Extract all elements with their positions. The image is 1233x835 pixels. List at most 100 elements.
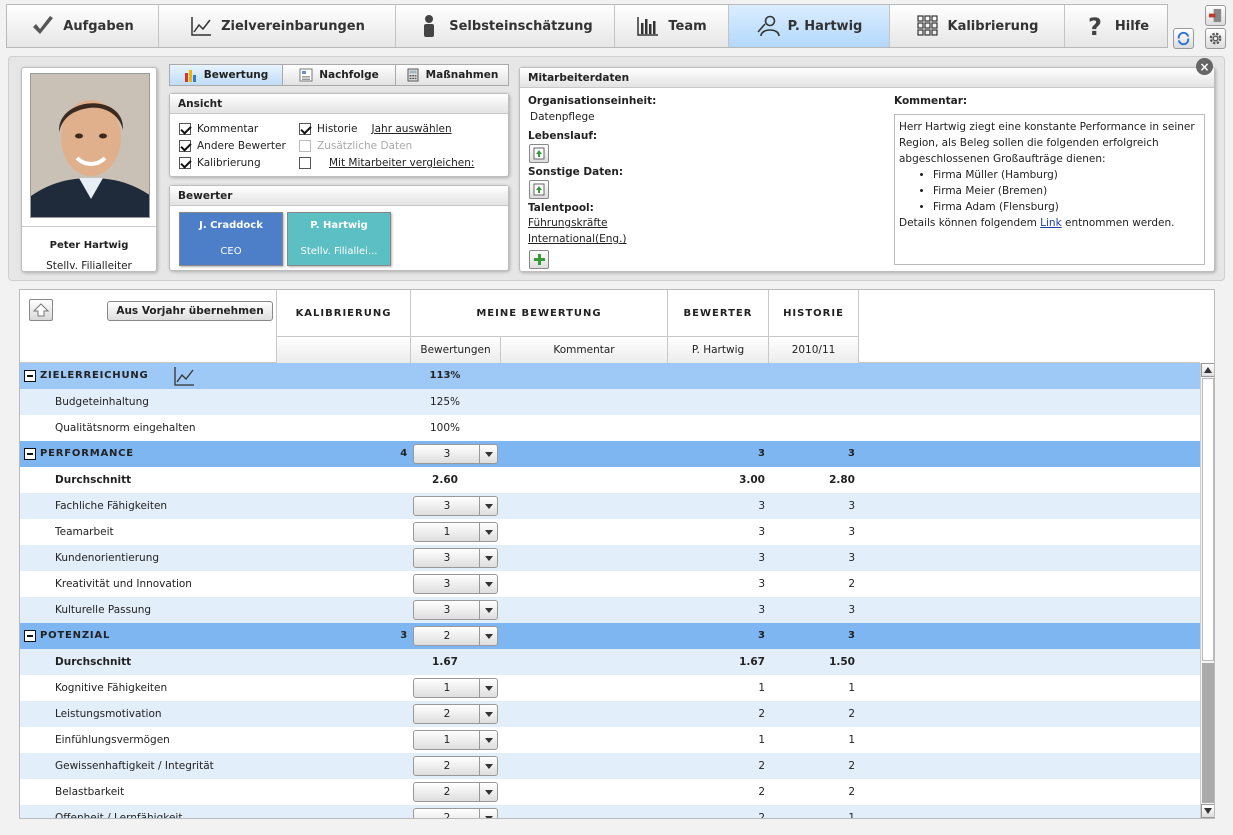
comment-box[interactable]: Herr Hartwig ziegt eine konstante Perfor… xyxy=(894,114,1205,265)
tab-massnahmen[interactable]: Maßnahmen xyxy=(396,65,508,85)
close-button[interactable]: × xyxy=(1196,58,1213,75)
scrollbar-track[interactable] xyxy=(1202,378,1214,661)
rating-dropdown[interactable]: 2 xyxy=(413,808,498,818)
cv-upload-button[interactable] xyxy=(529,144,549,163)
tab-p-hartwig[interactable]: P. Hartwig xyxy=(729,5,890,47)
rating-dropdown[interactable]: 2 xyxy=(413,782,498,802)
comment-list-item: Firma Müller (Hamburg) xyxy=(933,167,1200,183)
table-row: PERFORMANCE 4 3 3 3 xyxy=(20,441,1200,467)
tab-selbsteinschaetzung[interactable]: Selbsteinschätzung xyxy=(396,5,615,47)
rating-dropdown[interactable]: 2 xyxy=(413,626,498,646)
refresh-button[interactable] xyxy=(1173,28,1194,49)
rater-card-craddock[interactable]: J. Craddock CEO xyxy=(179,212,283,266)
historie-value: 3 xyxy=(848,552,855,564)
rating-dropdown[interactable]: 3 xyxy=(413,444,498,464)
rating-dropdown[interactable]: 2 xyxy=(413,704,498,724)
chevron-down-icon[interactable] xyxy=(479,601,497,619)
header-historie-period: 2010/11 xyxy=(768,336,858,363)
historie-value: 3 xyxy=(848,630,855,641)
checkbox[interactable] xyxy=(299,157,311,169)
option-andere-bewerter[interactable]: Andere Bewerter xyxy=(179,140,286,152)
refresh-icon xyxy=(1177,31,1190,46)
line-chart-icon[interactable] xyxy=(173,365,195,387)
option-kommentar[interactable]: Kommentar xyxy=(179,123,258,135)
scroll-down-arrow[interactable] xyxy=(1201,804,1214,818)
chevron-down-icon[interactable] xyxy=(479,783,497,801)
chevron-down-icon[interactable] xyxy=(479,705,497,723)
chevron-down-icon[interactable] xyxy=(479,549,497,567)
bewerter-value: 3 xyxy=(758,630,765,641)
option-historie[interactable]: Historie Jahr auswählen xyxy=(299,123,452,135)
vertical-scrollbar[interactable] xyxy=(1200,363,1214,818)
rating-dropdown[interactable]: 1 xyxy=(413,730,498,750)
rating-dropdown[interactable]: 3 xyxy=(413,548,498,568)
chevron-down-icon[interactable] xyxy=(479,627,497,645)
historie-value: 2 xyxy=(848,708,855,720)
collapse-toggle[interactable] xyxy=(24,630,36,642)
tab-team[interactable]: Team xyxy=(615,5,729,47)
row-label: Offenheit / Lernfähigkeit xyxy=(55,812,183,819)
scroll-up-arrow[interactable] xyxy=(1201,363,1214,377)
bewerter-value: 1.67 xyxy=(739,656,765,668)
tab-zielvereinbarungen[interactable]: Zielvereinbarungen xyxy=(159,5,396,47)
checkbox[interactable] xyxy=(179,157,191,169)
tab-label: Nachfolge xyxy=(319,69,379,81)
rating-dropdown[interactable]: 3 xyxy=(413,496,498,516)
table-row: Budgeteinhaltung 125% xyxy=(20,389,1200,415)
tab-kalibrierung[interactable]: Kalibrierung xyxy=(890,5,1065,47)
chevron-down-icon[interactable] xyxy=(479,809,497,818)
tab-bewertung[interactable]: Bewertung xyxy=(170,65,283,85)
checkbox[interactable] xyxy=(179,140,191,152)
raters-panel: Bewerter J. Craddock CEO P. Hartwig Stel… xyxy=(169,185,509,271)
scrollbar-thumb[interactable] xyxy=(1202,663,1214,803)
rating-dropdown[interactable]: 3 xyxy=(413,574,498,594)
chevron-down-icon[interactable] xyxy=(479,523,497,541)
collapse-toggle[interactable] xyxy=(24,448,36,460)
copy-previous-year-button[interactable]: Aus Vorjahr übernehmen xyxy=(107,301,273,321)
rating-dropdown[interactable]: 2 xyxy=(413,756,498,776)
logout-button[interactable] xyxy=(1205,5,1226,26)
chevron-down-icon[interactable] xyxy=(479,679,497,697)
row-label: Kundenorientierung xyxy=(55,552,160,564)
tab-nachfolge[interactable]: Nachfolge xyxy=(283,65,396,85)
checkbox[interactable] xyxy=(179,123,191,135)
historie-value: 2 xyxy=(848,760,855,772)
upload-icon xyxy=(533,147,545,160)
panel-title: Bewerter xyxy=(170,186,508,206)
checkbox[interactable] xyxy=(299,123,311,135)
comment-link[interactable]: Link xyxy=(1040,217,1062,229)
settings-button[interactable] xyxy=(1205,28,1226,49)
table-header: Aus Vorjahr übernehmen KALIBRIERUNG MEIN… xyxy=(20,290,1200,363)
scroll-up-button[interactable] xyxy=(29,299,53,321)
rating-dropdown[interactable]: 3 xyxy=(413,600,498,620)
select-year-link[interactable]: Jahr auswählen xyxy=(372,123,452,135)
chevron-down-icon[interactable] xyxy=(479,497,497,515)
option-kalibrierung[interactable]: Kalibrierung xyxy=(179,157,261,169)
chevron-down-icon[interactable] xyxy=(479,445,497,463)
rating-dropdown[interactable]: 1 xyxy=(413,522,498,542)
rater-card-hartwig[interactable]: P. Hartwig Stellv. Filiallei... xyxy=(287,212,391,266)
talent-pool-link-1[interactable]: Führungskräfte xyxy=(528,217,607,229)
help-icon: ? xyxy=(1088,14,1102,38)
grid-icon xyxy=(916,15,938,36)
chevron-down-icon[interactable] xyxy=(479,731,497,749)
talent-pool-link-2[interactable]: International(Eng.) xyxy=(528,233,627,245)
option-vergleichen[interactable]: Mit Mitarbeiter vergleichen: xyxy=(299,157,474,169)
section-label: ZIELERREICHUNG xyxy=(40,370,149,381)
tab-hilfe[interactable]: ? Hilfe xyxy=(1065,5,1167,47)
compare-link[interactable]: Mit Mitarbeiter vergleichen: xyxy=(329,157,474,169)
chevron-down-icon[interactable] xyxy=(479,575,497,593)
chevron-down-icon[interactable] xyxy=(479,757,497,775)
table-row: Leistungsmotivation 2 2 2 xyxy=(20,701,1200,727)
row-label: Kulturelle Passung xyxy=(55,604,152,616)
rating-dropdown[interactable]: 1 xyxy=(413,678,498,698)
add-talent-pool-button[interactable] xyxy=(529,250,549,269)
row-value: 125% xyxy=(429,396,461,408)
collapse-toggle[interactable] xyxy=(24,370,36,382)
other-data-upload-button[interactable] xyxy=(529,180,549,199)
option-zusaetzliche-daten: Zusätzliche Daten xyxy=(299,140,412,152)
tab-aufgaben[interactable]: Aufgaben xyxy=(7,5,159,47)
header-spacer xyxy=(858,290,1200,363)
org-chart-icon xyxy=(299,68,313,82)
tab-label: Zielvereinbarungen xyxy=(221,18,365,34)
